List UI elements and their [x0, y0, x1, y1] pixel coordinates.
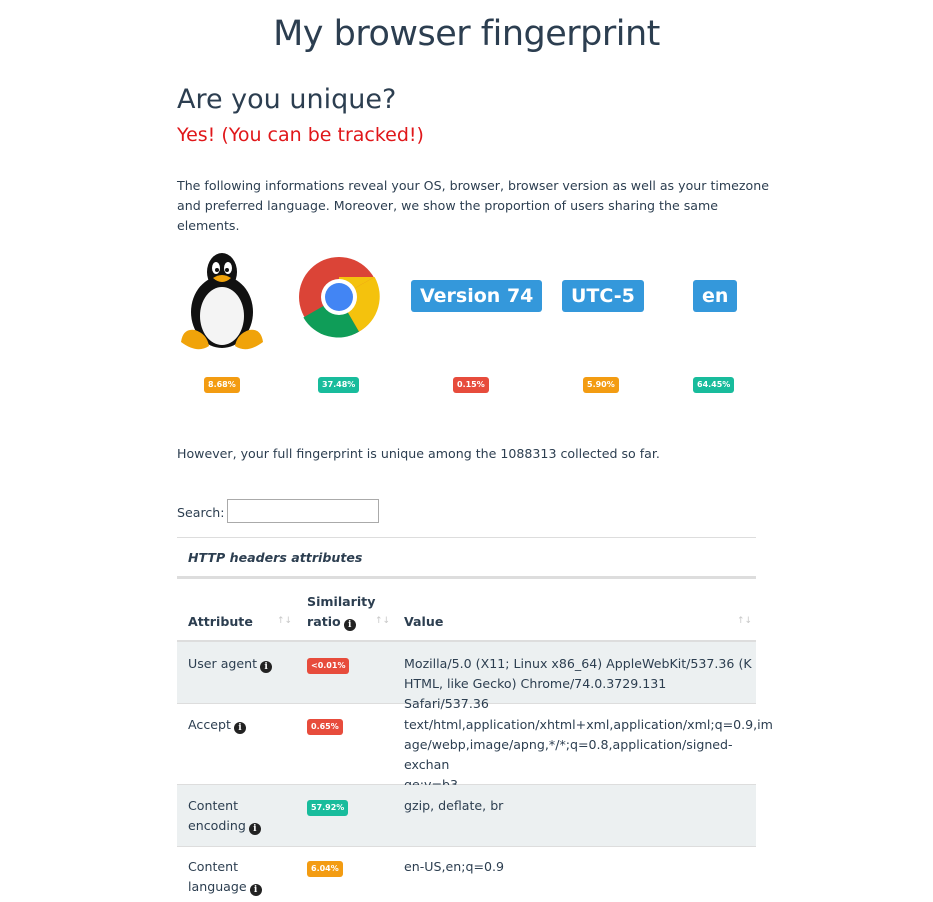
attribute-cell: User agent i — [188, 654, 273, 674]
table-header: Attribute ↑↓ Similarity ratio i ↑↓ Value … — [177, 582, 756, 642]
column-similarity-line2[interactable]: ratio i — [307, 612, 356, 632]
table-row: Content language i 6.04% en-US,en;q=0.9 — [177, 847, 756, 902]
version-percent-badge: 0.15% — [453, 377, 489, 393]
language-badge: en — [693, 280, 738, 312]
sort-value-icon[interactable]: ↑↓ — [737, 616, 752, 626]
os-percent-badge: 8.68% — [204, 377, 240, 393]
table-section-header: HTTP headers attributes — [177, 537, 756, 579]
similarity-badge: <0.01% — [307, 658, 350, 674]
table-row: Content encoding i 57.92% gzip, deflate, … — [177, 785, 756, 847]
sort-similarity-icon[interactable]: ↑↓ — [375, 616, 390, 626]
value-cell: text/html,application/xhtml+xml,applicat… — [404, 717, 773, 792]
fingerprint-note: However, your full fingerprint is unique… — [177, 446, 660, 461]
info-icon[interactable]: i — [260, 661, 273, 673]
info-icon[interactable]: i — [249, 884, 262, 896]
chrome-icon — [298, 256, 380, 342]
column-similarity[interactable]: Similarity — [307, 592, 375, 612]
timezone-badge: UTC-5 — [562, 280, 644, 312]
attribute-cell: Content encoding i — [188, 796, 261, 836]
info-icon[interactable]: i — [233, 722, 246, 734]
summary-icons: Version 74 UTC-5 en — [177, 250, 777, 360]
similarity-badge: 0.65% — [307, 719, 343, 735]
sort-attribute-icon[interactable]: ↑↓ — [277, 616, 292, 626]
info-icon[interactable]: i — [343, 619, 356, 631]
value-cell: gzip, deflate, br — [404, 798, 504, 813]
uniqueness-question: Are you unique? — [177, 84, 397, 115]
timezone-percent-badge: 5.90% — [583, 377, 619, 393]
attribute-cell: Content language i — [188, 857, 262, 897]
similarity-badge: 57.92% — [307, 800, 349, 816]
search-label: Search: — [177, 505, 225, 520]
table-row: User agent i <0.01% Mozilla/5.0 (X11; Lin… — [177, 642, 756, 711]
intro-text: The following informations reveal your O… — [177, 178, 769, 233]
search-input[interactable] — [227, 499, 379, 523]
language-percent-badge: 64.45% — [693, 377, 735, 393]
page-title: My browser fingerprint — [273, 14, 660, 54]
info-icon[interactable]: i — [248, 823, 261, 835]
attribute-cell: Accept i — [188, 715, 246, 735]
table-row: Accept i 0.65% text/html,application/xhtm… — [177, 704, 773, 792]
column-attribute[interactable]: Attribute — [188, 612, 253, 632]
browser-percent-badge: 37.48% — [318, 377, 360, 393]
value-cell: en-US,en;q=0.9 — [404, 859, 505, 874]
linux-tux-icon — [177, 250, 267, 358]
browser-version-badge: Version 74 — [411, 280, 543, 312]
column-value[interactable]: Value — [404, 612, 443, 632]
uniqueness-answer: Yes! (You can be tracked!) — [177, 124, 424, 146]
similarity-badge: 6.04% — [307, 861, 343, 877]
